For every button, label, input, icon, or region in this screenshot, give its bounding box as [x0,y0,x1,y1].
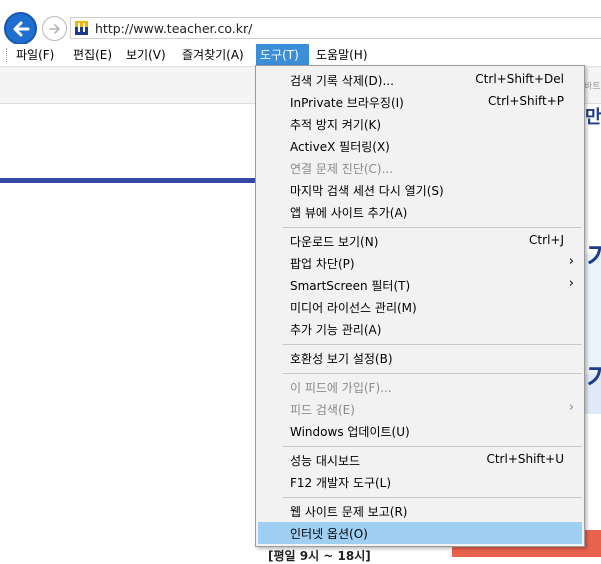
menu-favorites[interactable]: 즐겨찾기(A) [178,44,248,66]
menu-item-feed-discovery: 피드 검색(E) › [290,400,574,417]
menu-separator [283,373,582,374]
url-text: http://www.teacher.co.kr/ [95,21,253,36]
back-button[interactable] [4,12,37,45]
menu-item-smartscreen[interactable]: SmartScreen 필터(T) › [258,274,582,296]
menubar-grip [6,48,9,62]
menu-bar: 파일(F) 편집(E) 보기(V) 즐겨찾기(A) 도구(T) 도움말(H) [0,44,601,67]
page-search-button-label: 색 [586,517,598,531]
chevron-right-icon: › [568,254,574,269]
menu-item-add-site-app-view[interactable]: 앱 뷰에 사이트 추가(A) [258,201,582,223]
page-peek-text-1: 만 [585,107,601,128]
menu-separator [283,497,582,498]
menu-item-compatibility-view[interactable]: 호환성 보기 설정(B) [258,347,582,369]
menu-edit[interactable]: 편집(E) [69,44,116,66]
menu-item-report-website-problems[interactable]: 웹 사이트 문제 보고(R) [258,500,582,522]
chevron-right-icon: › [568,400,574,415]
menu-item-manage-addons[interactable]: 추가 기능 관리(A) [258,318,582,340]
menu-separator [283,227,582,228]
shortcut-label: Ctrl+Shift+P [488,94,564,108]
menu-view[interactable]: 보기(V) [122,44,170,66]
menu-file[interactable]: 파일(F) [12,44,58,66]
tools-dropdown-menu: 검색 기록 삭제(D)... Ctrl+Shift+Del InPrivate … [255,65,585,547]
page-peek-text-3: 기 [587,364,601,394]
menu-help[interactable]: 도움말(H) [312,44,372,66]
menu-item-subscribe-feed: 이 피드에 가입(F)... [290,381,392,395]
menu-item-popup-blocker[interactable]: 팝업 차단(P) › [258,252,582,274]
menu-item-reopen-session[interactable]: 마지막 검색 세션 다시 열기(S) [258,179,582,201]
menu-item-diagnose-connection: 연결 문제 진단(C)... [290,162,394,176]
page-accent-line [0,178,264,183]
page-banner-edge [584,104,601,557]
menu-separator [283,344,582,345]
shortcut-label: Ctrl+Shift+Del [475,72,564,86]
forward-button[interactable] [42,16,67,41]
toolbar-peek-text: 바트 [584,82,601,92]
menu-item-media-licenses[interactable]: 미디어 라이선스 관리(M) [258,296,582,318]
menu-item-performance-dashboard[interactable]: 성능 대시보드 Ctrl+Shift+U [258,449,582,471]
page-hours-text: [평일 9시 ~ 18시] [268,549,371,563]
url-field[interactable]: http://www.teacher.co.kr/ [70,17,601,39]
address-bar: http://www.teacher.co.kr/ [0,0,601,45]
menu-item-activex-filtering[interactable]: ActiveX 필터링(X) [258,135,582,157]
menu-item-tracking-protection[interactable]: 추적 방지 켜기(K) [258,113,582,135]
arrow-right-icon [48,23,60,34]
menu-item-view-downloads[interactable]: 다운로드 보기(N) Ctrl+J [258,230,582,252]
shortcut-label: Ctrl+J [529,233,564,247]
menu-item-inprivate[interactable]: InPrivate 브라우징(I) Ctrl+Shift+P [258,91,582,113]
site-favicon-icon [75,21,88,35]
menu-separator [283,446,582,447]
shortcut-label: Ctrl+Shift+U [486,452,564,466]
menu-tools[interactable]: 도구(T) [256,44,309,66]
page-peek-text-2: 기 [587,243,601,273]
menu-item-delete-history[interactable]: 검색 기록 삭제(D)... Ctrl+Shift+Del [258,69,582,91]
menu-item-internet-options[interactable]: 인터넷 옵션(O) [258,522,582,544]
chevron-right-icon: › [568,276,574,291]
menu-item-windows-update[interactable]: Windows 업데이트(U) [258,420,582,442]
arrow-left-icon [13,21,29,36]
menu-item-f12-dev-tools[interactable]: F12 개발자 도구(L) [258,471,582,493]
